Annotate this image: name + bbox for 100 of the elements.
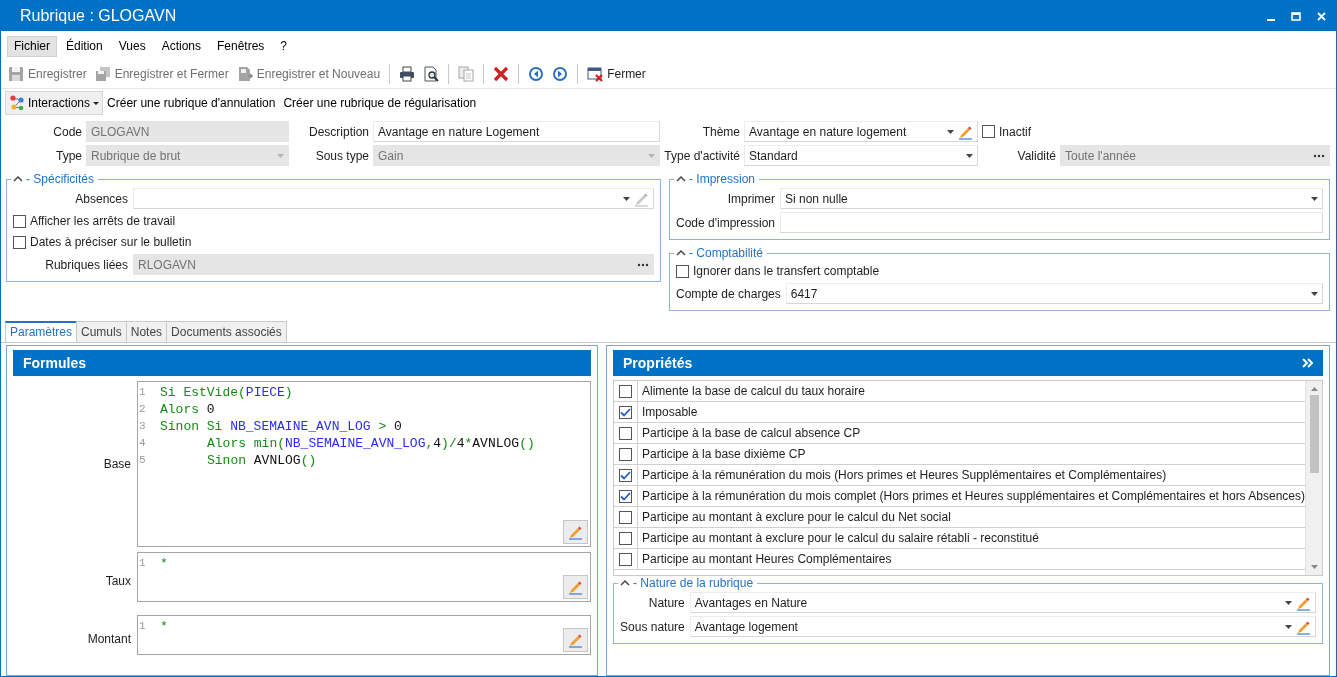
property-label: Alimente la base de calcul du taux horaire [641,383,866,400]
pages-icon [458,65,475,82]
field-label: Sous nature [620,618,685,636]
close-window-icon [587,65,604,82]
action-button[interactable]: Créer une rubrique de régularisation [279,91,481,115]
checkbox[interactable] [619,489,633,503]
checkbox[interactable] [619,552,633,566]
checkbox[interactable] [619,447,633,461]
field-label: Validité [1016,147,1056,165]
delete-icon [493,65,510,82]
group-title: - Comptabilité [689,246,764,260]
line-number: 1 [138,556,147,571]
document-arrow-icon [236,65,253,82]
tab[interactable]: Cumuls [76,321,127,342]
dropdown-field[interactable]: Standard [744,145,978,166]
dropdown-field[interactable] [133,188,654,209]
field-label: Montant [86,631,131,648]
field-label: Description [307,123,369,141]
property-label: Participe à la rémunération du mois (Hors primes et Heures Supplémentaires et Complémentaires) [641,467,1168,484]
dropdown-arrow-icon[interactable] [1311,291,1318,296]
property-label: Participe au montant Heures Complémentaires [641,551,893,568]
field-label: Base [102,456,131,473]
code-line: Sinon Si NB_SEMAINE_AVN_LOG > 0 [160,418,402,435]
line-number: 1 [138,619,147,634]
tab[interactable]: Documents associés [166,321,287,342]
code-line: Si EstVide(PIECE) [160,384,293,401]
text-field[interactable] [780,212,1323,233]
collapse-caret-icon[interactable] [620,579,631,587]
dropdown-arrow-icon[interactable] [1285,600,1292,605]
back-icon [528,65,545,82]
field-label: Code d'impression [676,214,775,232]
dropdown-field[interactable]: Avantage logement [689,616,1316,637]
field-label: Type d'activité [664,147,740,165]
dropdown-field[interactable]: Si non nulle [780,188,1323,209]
text-field[interactable]: Avantage en nature Logement [373,121,660,142]
dropdown-arrow-icon[interactable] [1311,196,1318,201]
line-number: 3 [138,419,147,434]
tab[interactable]: Notes [125,321,168,342]
field-label: Rubriques liées [44,256,128,274]
scroll-up-icon[interactable] [1310,387,1318,391]
dropdown-arrow-icon[interactable] [623,196,630,201]
menu-item[interactable]: Fenêtres [210,36,272,57]
floppy-disks-icon [94,65,111,82]
checkbox[interactable] [619,531,633,545]
menu-item[interactable]: ? [273,36,295,57]
scroll-thumb[interactable] [1309,395,1319,473]
checkbox[interactable] [619,468,633,482]
panel-title: Propriétés [623,353,693,373]
code-line: Alors min(NB_SEMAINE_AVN_LOG,4)/4*AVNLOG() [206,435,535,452]
expand-icon[interactable] [1302,358,1313,368]
magnifier-page-icon [423,65,440,82]
field-label: Code [52,123,82,141]
dropdown-button[interactable]: Interactions [5,91,104,115]
menu-item[interactable]: Vues [111,36,153,57]
checkbox[interactable] [619,426,633,440]
menu-item[interactable]: Actions [154,36,208,57]
checkbox[interactable] [676,264,689,278]
window-title: Rubrique : GLOGAVN [20,6,178,26]
checkbox[interactable] [619,384,633,398]
dropdown-field[interactable]: Avantages en Nature [689,592,1316,613]
maximize-icon[interactable] [1291,11,1301,21]
property-label: Participe à la base dixième CP [641,446,807,463]
caret-icon [93,101,100,105]
line-number: 2 [138,402,147,417]
group-title: - Impression [689,172,756,186]
collapse-caret-icon[interactable] [676,175,686,183]
dropdown-arrow-icon[interactable] [947,129,954,134]
checkbox[interactable] [13,214,26,228]
field-label: Imprimer [726,190,775,208]
field-label: Taux [104,573,131,590]
collapse-caret-icon[interactable] [676,249,686,257]
close-button[interactable]: Fermer [584,62,649,85]
scrollbar[interactable] [1305,381,1322,575]
property-label: Participe à la base de calcul absence CP [641,425,862,442]
action-button[interactable]: Créer une rubrique d'annulation [103,91,280,115]
field-label: Sous type [314,147,369,165]
menu-item[interactable]: Fichier [7,36,57,57]
field-label: Nature [647,594,685,612]
printer-icon [399,65,416,82]
checkbox-label: Dates à préciser sur le bulletin [30,234,192,251]
group-title: - Spécificités [26,172,95,186]
scroll-down-icon[interactable] [1310,565,1318,569]
checkbox[interactable] [982,125,995,138]
checkbox[interactable] [13,235,26,249]
panel-header: Formules [13,350,592,376]
checkbox-label: Inactif [999,123,1031,141]
property-label: Participe à la rémunération du mois complet (Hors primes et Heures supplémentaires et Complémentaires et hors Absences) [641,488,1305,505]
checkbox[interactable] [619,510,633,524]
dropdown-field[interactable]: Avantage en nature logement [744,121,978,142]
field-label: Compte de charges [676,285,781,303]
line-number: 5 [138,453,147,468]
dropdown-arrow-icon[interactable] [966,153,973,158]
checkbox[interactable] [619,405,633,419]
collapse-caret-icon[interactable] [13,175,23,183]
dropdown-arrow-icon[interactable] [1285,624,1292,629]
close-icon[interactable] [1317,11,1326,21]
menu-item[interactable]: Édition [59,36,110,57]
dropdown-field[interactable]: 6417 [785,283,1323,304]
line-number: 1 [138,385,147,400]
tab[interactable]: Paramètres [5,321,78,342]
